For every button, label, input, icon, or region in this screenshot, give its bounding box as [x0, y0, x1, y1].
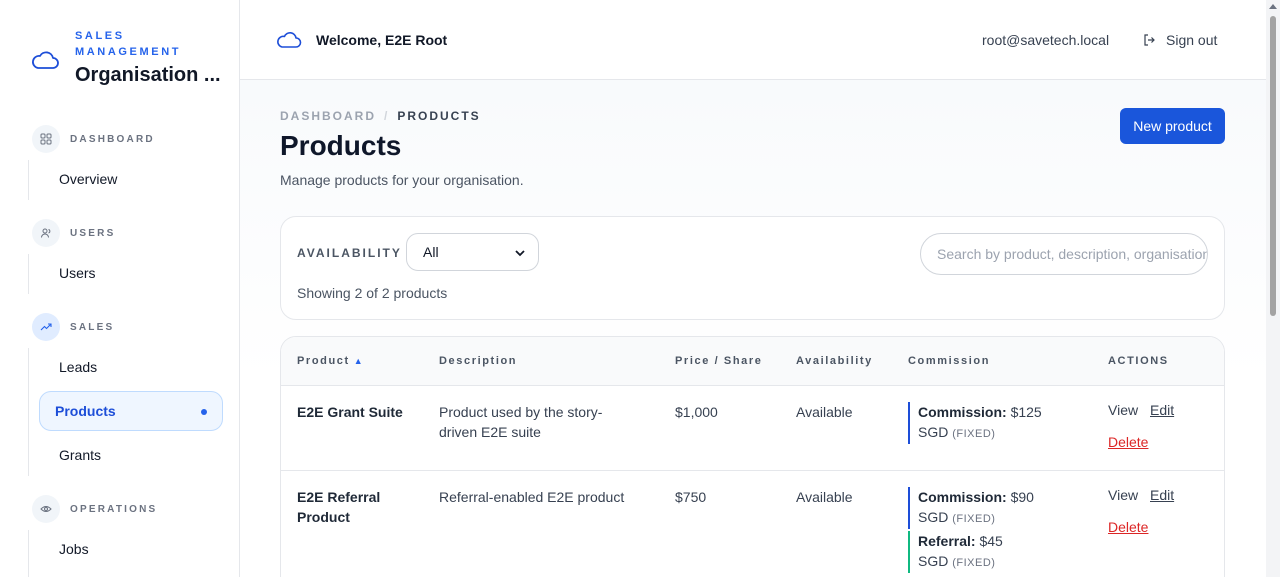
sidebar-rail	[28, 160, 29, 200]
commission-detail: Commission: $125 SGD (FIXED)	[908, 402, 1042, 444]
eye-icon	[32, 495, 60, 523]
chevron-down-icon	[515, 250, 525, 257]
product-price: $750	[675, 489, 707, 505]
sign-out-label: Sign out	[1166, 32, 1218, 48]
cloud-icon	[32, 51, 59, 69]
sidebar-item-grants[interactable]: Grants	[59, 447, 101, 463]
edit-link[interactable]: Edit	[1150, 487, 1174, 503]
product-price: $1,000	[675, 404, 718, 420]
sidebar-item-label: Products	[55, 403, 116, 419]
edit-link[interactable]: Edit	[1150, 402, 1174, 418]
brand: SALES MANAGEMENT Organisation ...	[30, 28, 221, 87]
delete-link[interactable]: Delete	[1108, 519, 1148, 535]
column-header-availability[interactable]: Availability	[796, 355, 873, 367]
new-product-button[interactable]: New product	[1120, 108, 1225, 144]
scroll-up-arrow-icon[interactable]	[1269, 4, 1277, 9]
sidebar-section-label: DASHBOARD	[70, 133, 155, 145]
page-scrollbar[interactable]	[1266, 0, 1280, 577]
sidebar-section-dashboard: DASHBOARD	[32, 125, 155, 153]
breadcrumb-dashboard[interactable]: DASHBOARD	[280, 109, 376, 123]
column-header-commission[interactable]: Commission	[908, 355, 990, 367]
brand-title: Organisation ...	[75, 64, 221, 86]
sign-out-icon	[1144, 34, 1155, 46]
sidebar-item-users[interactable]: Users	[59, 265, 96, 281]
results-count: Showing 2 of 2 products	[297, 285, 448, 301]
sidebar-rail	[28, 348, 29, 476]
delete-link[interactable]: Delete	[1108, 434, 1148, 450]
column-header-product[interactable]: Product ▲	[297, 355, 364, 367]
top-header: Welcome, E2E Root root@savetech.local Si…	[240, 0, 1266, 80]
product-availability: Available	[796, 489, 853, 505]
trending-up-icon	[32, 313, 60, 341]
table-row: E2E Grant Suite Product used by the stor…	[281, 386, 1224, 471]
welcome-text: Welcome, E2E Root	[316, 32, 448, 48]
products-table: Product ▲ Description Price / Share Avail…	[280, 336, 1225, 577]
page-subtitle: Manage products for your organisation.	[280, 172, 524, 188]
filter-card: AVAILABILITY All Showing 2 of 2 products	[280, 216, 1225, 320]
active-indicator-dot	[201, 409, 207, 415]
sidebar-rail	[28, 530, 29, 577]
product-description: Product used by the story-driven E2E sui…	[439, 404, 603, 440]
breadcrumb: DASHBOARD / PRODUCTS	[280, 109, 481, 123]
breadcrumb-current: PRODUCTS	[397, 109, 481, 123]
commission-detail: Commission: $90 SGD (FIXED)	[908, 487, 1034, 529]
sidebar: SALES MANAGEMENT Organisation ... DASHBO…	[0, 0, 240, 577]
column-header-description[interactable]: Description	[439, 355, 517, 367]
user-email: root@savetech.local	[982, 32, 1110, 48]
sign-out-button[interactable]: Sign out	[1142, 32, 1217, 48]
sidebar-section-sales: SALES	[32, 313, 114, 341]
product-name: E2E Referral Product	[297, 489, 381, 525]
scrollbar-thumb[interactable]	[1270, 16, 1276, 316]
sidebar-section-users: USERS	[32, 219, 115, 247]
breadcrumb-separator: /	[384, 109, 390, 123]
sort-ascending-icon: ▲	[353, 356, 365, 366]
sidebar-section-label: USERS	[70, 227, 116, 239]
grid-icon	[32, 125, 60, 153]
sidebar-item-jobs[interactable]: Jobs	[59, 541, 89, 557]
main-content: DASHBOARD / PRODUCTS Products Manage produ…	[240, 80, 1266, 577]
table-row: E2E Referral Product Referral-enabled E2E…	[281, 471, 1224, 577]
sidebar-item-products[interactable]: Products	[39, 391, 223, 431]
sidebar-item-overview[interactable]: Overview	[59, 171, 117, 187]
brand-subtitle: SALES MANAGEMENT	[75, 30, 182, 58]
sidebar-section-label: OPERATIONS	[70, 503, 158, 515]
cloud-icon	[277, 32, 302, 48]
product-name: E2E Grant Suite	[297, 404, 403, 420]
table-header: Product ▲ Description Price / Share Avail…	[281, 337, 1224, 386]
sidebar-item-leads[interactable]: Leads	[59, 359, 97, 375]
sidebar-section-operations: OPERATIONS	[32, 495, 157, 523]
sidebar-section-label: SALES	[70, 321, 115, 333]
page-title: Products	[280, 130, 402, 161]
view-link[interactable]: View	[1108, 402, 1138, 418]
column-header-actions: ACTIONS	[1108, 355, 1169, 367]
search-input[interactable]	[920, 233, 1208, 275]
product-availability: Available	[796, 404, 853, 420]
availability-select[interactable]: All	[406, 233, 539, 271]
availability-selected-value: All	[423, 244, 439, 260]
referral-detail: Referral: $45 SGD (FIXED)	[908, 531, 1003, 573]
product-description: Referral-enabled E2E product	[439, 489, 625, 505]
column-header-price[interactable]: Price / Share	[675, 355, 762, 367]
availability-label: AVAILABILITY	[297, 246, 402, 260]
users-icon	[32, 219, 60, 247]
sidebar-rail	[28, 254, 29, 294]
view-link[interactable]: View	[1108, 487, 1138, 503]
